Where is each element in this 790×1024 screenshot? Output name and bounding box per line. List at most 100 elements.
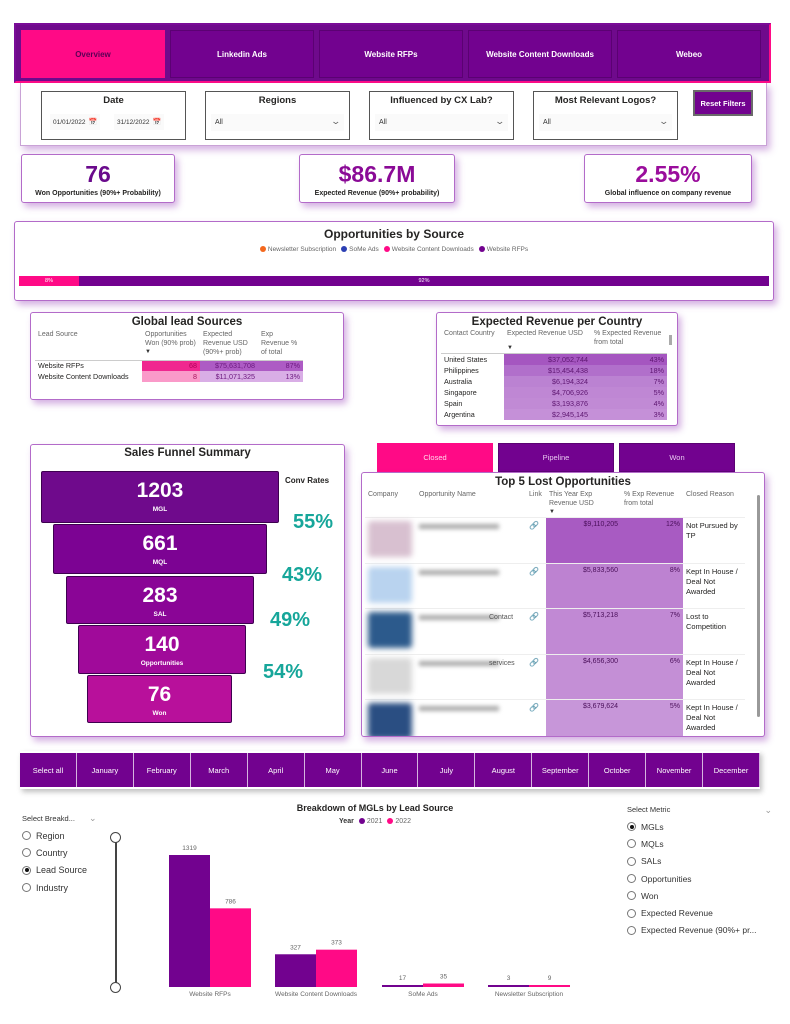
bar-segment[interactable]: 8% bbox=[19, 276, 79, 286]
funnel-stage-sal[interactable]: 283 SAL bbox=[66, 576, 254, 624]
legend-item[interactable]: Website Content Downloads bbox=[383, 246, 474, 253]
bar-segment[interactable]: 92% bbox=[79, 276, 769, 286]
legend-item[interactable]: SoMe Ads bbox=[341, 246, 379, 253]
column-header[interactable]: Exp Revenue % of total bbox=[258, 330, 303, 360]
funnel-stage-mql[interactable]: 661 MQL bbox=[53, 524, 267, 574]
cx-lab-dropdown[interactable]: All ⌄ bbox=[375, 114, 508, 131]
tab-overview[interactable]: Overview bbox=[21, 30, 165, 78]
column-header[interactable]: % Exp Revenue from total bbox=[621, 490, 683, 518]
sort-descending-icon[interactable]: ▼ bbox=[507, 344, 588, 353]
month-button-november[interactable]: November bbox=[646, 753, 704, 787]
logos-dropdown[interactable]: All ⌄ bbox=[539, 114, 672, 131]
radio-option-lead-source[interactable]: Lead Source bbox=[22, 862, 122, 879]
table-row[interactable]: Argentina $2,945,145 3% bbox=[441, 408, 667, 420]
radio-option-sals[interactable]: SALs bbox=[627, 853, 772, 870]
table-row[interactable]: services 🔗 $4,656,300 6% Kept In House / Dea… bbox=[365, 653, 745, 700]
regions-dropdown[interactable]: All ⌄ bbox=[211, 114, 344, 131]
bar-2021-website-rfps[interactable] bbox=[169, 855, 210, 987]
radio-button[interactable] bbox=[627, 891, 636, 901]
bar-2022-website-rfps[interactable] bbox=[210, 908, 251, 987]
column-header[interactable]: Company bbox=[365, 490, 416, 518]
month-button-october[interactable]: October bbox=[589, 753, 647, 787]
table-row[interactable]: 🔗 $9,110,205 12% Not Pursued by TP bbox=[365, 517, 745, 563]
metric-selector-header[interactable]: Select Metric ⌄ bbox=[627, 805, 772, 816]
radio-option-mgls[interactable]: MGLs bbox=[627, 818, 772, 835]
tab-pipeline[interactable]: Pipeline bbox=[498, 443, 614, 472]
column-header[interactable]: Lead Source bbox=[35, 330, 142, 360]
month-button-june[interactable]: June bbox=[361, 753, 419, 787]
column-header[interactable]: Closed Reason bbox=[683, 490, 745, 518]
month-button-march[interactable]: March bbox=[190, 753, 248, 787]
bar-2021-newsletter-subscription[interactable] bbox=[488, 985, 529, 987]
month-button-december[interactable]: December bbox=[703, 753, 760, 787]
scrollbar[interactable] bbox=[757, 495, 760, 717]
tab-closed[interactable]: Closed bbox=[377, 443, 493, 472]
month-button-february[interactable]: February bbox=[133, 753, 191, 787]
radio-option-country[interactable]: Country bbox=[22, 844, 122, 861]
month-button-april[interactable]: April bbox=[247, 753, 305, 787]
link-icon[interactable]: 🔗 bbox=[529, 521, 539, 530]
radio-button[interactable] bbox=[22, 865, 31, 875]
radio-button[interactable] bbox=[627, 822, 636, 832]
radio-option-opportunities[interactable]: Opportunities bbox=[627, 870, 772, 887]
radio-button[interactable] bbox=[627, 908, 636, 918]
column-header[interactable]: Contact Country bbox=[441, 329, 504, 354]
table-row[interactable]: Website RFPs 68 $75,631,708 87% bbox=[35, 360, 303, 371]
table-row[interactable]: Australia $6,194,324 7% bbox=[441, 375, 667, 387]
slider-handle-top[interactable] bbox=[110, 832, 121, 843]
start-date-input[interactable]: 01/01/2022 📅 bbox=[50, 114, 101, 130]
radio-button[interactable] bbox=[627, 839, 636, 849]
radio-option-mqls[interactable]: MQLs bbox=[627, 835, 772, 852]
month-button-august[interactable]: August bbox=[475, 753, 533, 787]
radio-option-industry[interactable]: Industry bbox=[22, 879, 122, 896]
radio-option-expected-revenue-90-pr-[interactable]: Expected Revenue (90%+ pr... bbox=[627, 922, 772, 939]
table-row[interactable]: 🔗 $5,833,560 8% Kept In House / Deal Not Aw… bbox=[365, 562, 745, 609]
radio-button[interactable] bbox=[627, 856, 636, 866]
table-row[interactable]: Spain $3,193,876 4% bbox=[441, 397, 667, 409]
column-header[interactable]: Opportunities Won (90% prob) ▼ bbox=[142, 330, 200, 360]
bar-2021-website-content-downloads[interactable] bbox=[275, 954, 316, 987]
link-icon[interactable]: 🔗 bbox=[529, 703, 539, 712]
table-row[interactable]: Website Content Downloads 8 $11,071,325 … bbox=[35, 371, 303, 382]
legend-item[interactable]: Website RFPs bbox=[478, 246, 528, 253]
link-icon[interactable]: 🔗 bbox=[529, 612, 539, 621]
tab-website-rfps[interactable]: Website RFPs bbox=[319, 30, 463, 78]
bar-2022-newsletter-subscription[interactable] bbox=[529, 985, 570, 987]
table-row[interactable]: United States $37,052,744 43% bbox=[441, 353, 667, 365]
column-header[interactable]: Opportunity Name bbox=[416, 490, 526, 518]
column-header[interactable]: Expected Revenue USD (90%+ prob) bbox=[200, 330, 258, 360]
tab-website-content-downloads[interactable]: Website Content Downloads bbox=[468, 30, 612, 78]
calendar-icon[interactable]: 📅 bbox=[153, 118, 162, 126]
month-button-september[interactable]: September bbox=[532, 753, 590, 787]
sort-descending-icon[interactable]: ▼ bbox=[549, 508, 618, 517]
table-row[interactable]: 🔗 $3,679,624 5% Kept In House / Deal Not Aw… bbox=[365, 699, 745, 736]
calendar-icon[interactable]: 📅 bbox=[89, 118, 98, 126]
funnel-stage-mgl[interactable]: 1203 MGL bbox=[41, 471, 279, 523]
slider-handle-bottom[interactable] bbox=[110, 982, 121, 993]
radio-button[interactable] bbox=[22, 848, 31, 858]
bar-2022-website-content-downloads[interactable] bbox=[316, 949, 357, 987]
bar-2021-some-ads[interactable] bbox=[382, 985, 423, 987]
end-date-input[interactable]: 31/12/2022 📅 bbox=[114, 114, 165, 130]
column-header[interactable]: % Expected Revenue from total bbox=[591, 329, 667, 354]
tab-linkedin-ads[interactable]: Linkedin Ads bbox=[170, 30, 314, 78]
month-button-select-all[interactable]: Select all bbox=[20, 753, 77, 787]
radio-button[interactable] bbox=[22, 883, 31, 893]
radio-option-won[interactable]: Won bbox=[627, 887, 772, 904]
radio-option-expected-revenue[interactable]: Expected Revenue bbox=[627, 904, 772, 921]
column-header[interactable]: Expected Revenue USD ▼ bbox=[504, 329, 591, 354]
radio-option-region[interactable]: Region bbox=[22, 827, 122, 844]
column-header[interactable]: Link bbox=[526, 490, 546, 518]
reset-filters-button[interactable]: Reset Filters bbox=[693, 90, 753, 116]
funnel-stage-won[interactable]: 76 Won bbox=[87, 675, 232, 723]
month-button-july[interactable]: July bbox=[418, 753, 476, 787]
legend-item[interactable]: Newsletter Subscription bbox=[259, 246, 336, 253]
month-button-january[interactable]: January bbox=[76, 753, 134, 787]
slider-track[interactable] bbox=[115, 836, 117, 986]
chevron-down-icon[interactable]: ⌄ bbox=[764, 805, 772, 816]
link-icon[interactable]: 🔗 bbox=[529, 658, 539, 667]
breakdown-selector-header[interactable]: Select Breakd... ⌄ bbox=[22, 813, 122, 824]
radio-button[interactable] bbox=[627, 874, 636, 884]
table-row[interactable]: Singapore $4,706,926 5% bbox=[441, 386, 667, 398]
tab-webeo[interactable]: Webeo bbox=[617, 30, 761, 78]
